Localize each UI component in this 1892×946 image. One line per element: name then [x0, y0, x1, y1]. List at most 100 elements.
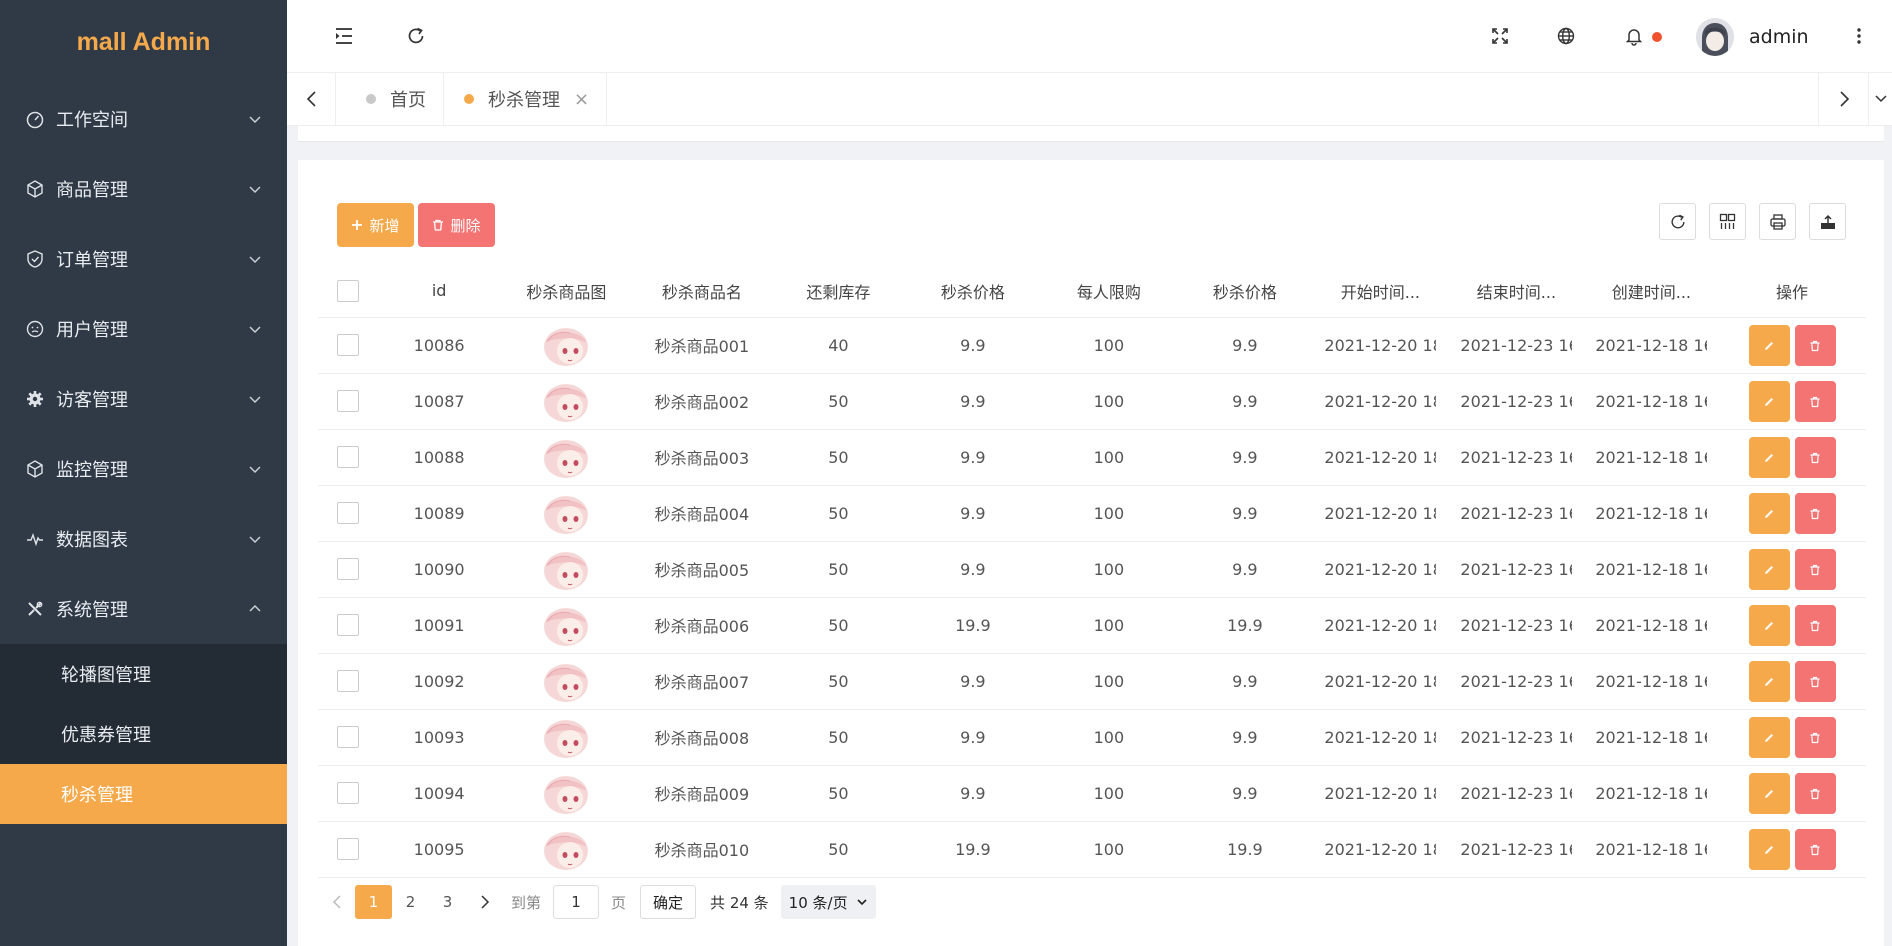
- sidebar-item-users[interactable]: 用户管理: [0, 294, 287, 364]
- tabs-scroll-right[interactable]: [1818, 73, 1868, 125]
- edit-button[interactable]: [1748, 492, 1790, 534]
- page-2[interactable]: 2: [392, 885, 429, 919]
- col-created-time[interactable]: 创建时间...: [1584, 265, 1719, 318]
- cell-price-2: 9.9: [1177, 541, 1313, 598]
- row-checkbox[interactable]: [336, 446, 359, 468]
- sidebar-item-visitors[interactable]: 访客管理: [0, 364, 287, 434]
- col-price-2[interactable]: 秒杀价格: [1177, 265, 1313, 318]
- page-3[interactable]: 3: [429, 885, 466, 919]
- sidebar-item-banner[interactable]: 轮播图管理: [0, 644, 287, 704]
- edit-button[interactable]: [1748, 548, 1790, 590]
- sidebar-item-monitor[interactable]: 监控管理: [0, 434, 287, 504]
- cell-start-time-wrap: 2021-12-20 18:: [1312, 317, 1449, 374]
- col-id[interactable]: id: [377, 265, 501, 318]
- delete-row-button[interactable]: [1794, 604, 1836, 646]
- sidebar-item-flash-sale[interactable]: 秒杀管理: [0, 764, 287, 824]
- menu-fold-icon[interactable]: [332, 24, 356, 48]
- delete-row-button[interactable]: [1794, 380, 1836, 422]
- col-end-time[interactable]: 结束时间...: [1448, 265, 1585, 318]
- dashboard-icon: [24, 108, 46, 130]
- table-row[interactable]: 10091 秒杀商品006 50 19.9 100 19.9 2021-12-20 18: 2…: [318, 597, 1866, 654]
- col-name[interactable]: 秒杀商品名: [632, 265, 772, 318]
- delete-row-button[interactable]: [1794, 324, 1836, 366]
- row-checkbox[interactable]: [336, 726, 359, 748]
- row-checkbox[interactable]: [336, 558, 359, 580]
- tabs-scroll-left[interactable]: [287, 73, 337, 125]
- goto-confirm-button[interactable]: 确定: [640, 885, 697, 919]
- tab-flash-sale[interactable]: 秒杀管理 ×: [443, 73, 607, 125]
- table-row[interactable]: 10086 秒杀商品001 40 9.9 100 9.9 2021-12-20 18: 202…: [318, 317, 1866, 374]
- edit-button[interactable]: [1748, 828, 1790, 870]
- user-menu[interactable]: admin: [1696, 18, 1809, 56]
- tab-home[interactable]: 首页: [335, 73, 443, 125]
- row-checkbox[interactable]: [336, 782, 359, 804]
- row-checkbox[interactable]: [336, 670, 359, 692]
- delete-row-button[interactable]: [1794, 492, 1836, 534]
- column-settings-button[interactable]: [1709, 203, 1746, 240]
- cell-start-time: 2021-12-20 18:: [1324, 392, 1437, 411]
- export-button[interactable]: [1809, 203, 1846, 240]
- cell-image: [500, 373, 633, 430]
- col-image[interactable]: 秒杀商品图: [500, 265, 633, 318]
- fullscreen-icon[interactable]: [1488, 24, 1512, 48]
- prev-page-button[interactable]: [318, 885, 355, 919]
- chevron-left-icon: [332, 895, 341, 909]
- table-row[interactable]: 10089 秒杀商品004 50 9.9 100 9.9 2021-12-20 18: 202…: [318, 485, 1866, 542]
- add-button[interactable]: 新增: [337, 203, 414, 247]
- goto-page-input[interactable]: [553, 885, 600, 919]
- row-checkbox[interactable]: [336, 502, 359, 524]
- more-vertical-icon[interactable]: [1847, 24, 1871, 48]
- row-checkbox[interactable]: [336, 614, 359, 636]
- cell-price-2: 9.9: [1177, 429, 1313, 486]
- edit-button[interactable]: [1748, 324, 1790, 366]
- product-thumbnail: [544, 552, 589, 590]
- cell-created-time: 2021-12-18 16:: [1595, 560, 1708, 579]
- close-icon[interactable]: ×: [574, 89, 589, 110]
- col-price[interactable]: 秒杀价格: [905, 265, 1041, 318]
- delete-button[interactable]: 删除: [418, 203, 495, 247]
- sidebar-item-charts[interactable]: 数据图表: [0, 504, 287, 574]
- table-row[interactable]: 10093 秒杀商品008 50 9.9 100 9.9 2021-12-20 18: 202…: [318, 709, 1866, 766]
- sidebar-item-products[interactable]: 商品管理: [0, 154, 287, 224]
- page-1[interactable]: 1: [355, 885, 392, 919]
- col-stock[interactable]: 还剩库存: [771, 265, 906, 318]
- sidebar-item-orders[interactable]: 订单管理: [0, 224, 287, 294]
- table-row[interactable]: 10090 秒杀商品005 50 9.9 100 9.9 2021-12-20 18: 202…: [318, 541, 1866, 598]
- table-row[interactable]: 10088 秒杀商品003 50 9.9 100 9.9 2021-12-20 18: 202…: [318, 429, 1866, 486]
- row-checkbox[interactable]: [336, 390, 359, 412]
- edit-button[interactable]: [1748, 436, 1790, 478]
- table-row[interactable]: 10095 秒杀商品010 50 19.9 100 19.9 2021-12-20 18: 2…: [318, 821, 1866, 878]
- table-row[interactable]: 10094 秒杀商品009 50 9.9 100 9.9 2021-12-20 18: 202…: [318, 765, 1866, 822]
- delete-row-button[interactable]: [1794, 716, 1836, 758]
- col-limit[interactable]: 每人限购: [1040, 265, 1178, 318]
- bell-icon[interactable]: [1622, 24, 1646, 48]
- sidebar-item-system[interactable]: 系统管理: [0, 574, 287, 644]
- delete-row-button[interactable]: [1794, 436, 1836, 478]
- table-row[interactable]: 10092 秒杀商品007 50 9.9 100 9.9 2021-12-20 18: 202…: [318, 653, 1866, 710]
- delete-row-button[interactable]: [1794, 772, 1836, 814]
- next-page-button[interactable]: [466, 885, 503, 919]
- tabs-dropdown[interactable]: [1868, 73, 1892, 125]
- table-row[interactable]: 10087 秒杀商品002 50 9.9 100 9.9 2021-12-20 18: 202…: [318, 373, 1866, 430]
- sidebar-item-label: 订单管理: [56, 250, 128, 271]
- refresh-icon[interactable]: [404, 24, 428, 48]
- edit-button[interactable]: [1748, 380, 1790, 422]
- edit-button[interactable]: [1748, 772, 1790, 814]
- sidebar-item-workspace[interactable]: 工作空间: [0, 84, 287, 154]
- sidebar-item-coupon[interactable]: 优惠券管理: [0, 704, 287, 764]
- globe-icon[interactable]: [1554, 24, 1578, 48]
- print-button[interactable]: [1759, 203, 1796, 240]
- page-size-select[interactable]: 10 条/页: [780, 885, 876, 919]
- delete-row-button[interactable]: [1794, 660, 1836, 702]
- edit-button[interactable]: [1748, 716, 1790, 758]
- col-start-time[interactable]: 开始时间...: [1312, 265, 1449, 318]
- select-all-checkbox[interactable]: [336, 279, 359, 302]
- table-refresh-button[interactable]: [1659, 203, 1696, 240]
- delete-row-button[interactable]: [1794, 828, 1836, 870]
- edit-button[interactable]: [1748, 604, 1790, 646]
- row-checkbox[interactable]: [336, 334, 359, 356]
- cell-stock: 50: [771, 765, 906, 822]
- edit-button[interactable]: [1748, 660, 1790, 702]
- row-checkbox[interactable]: [336, 838, 359, 860]
- delete-row-button[interactable]: [1794, 548, 1836, 590]
